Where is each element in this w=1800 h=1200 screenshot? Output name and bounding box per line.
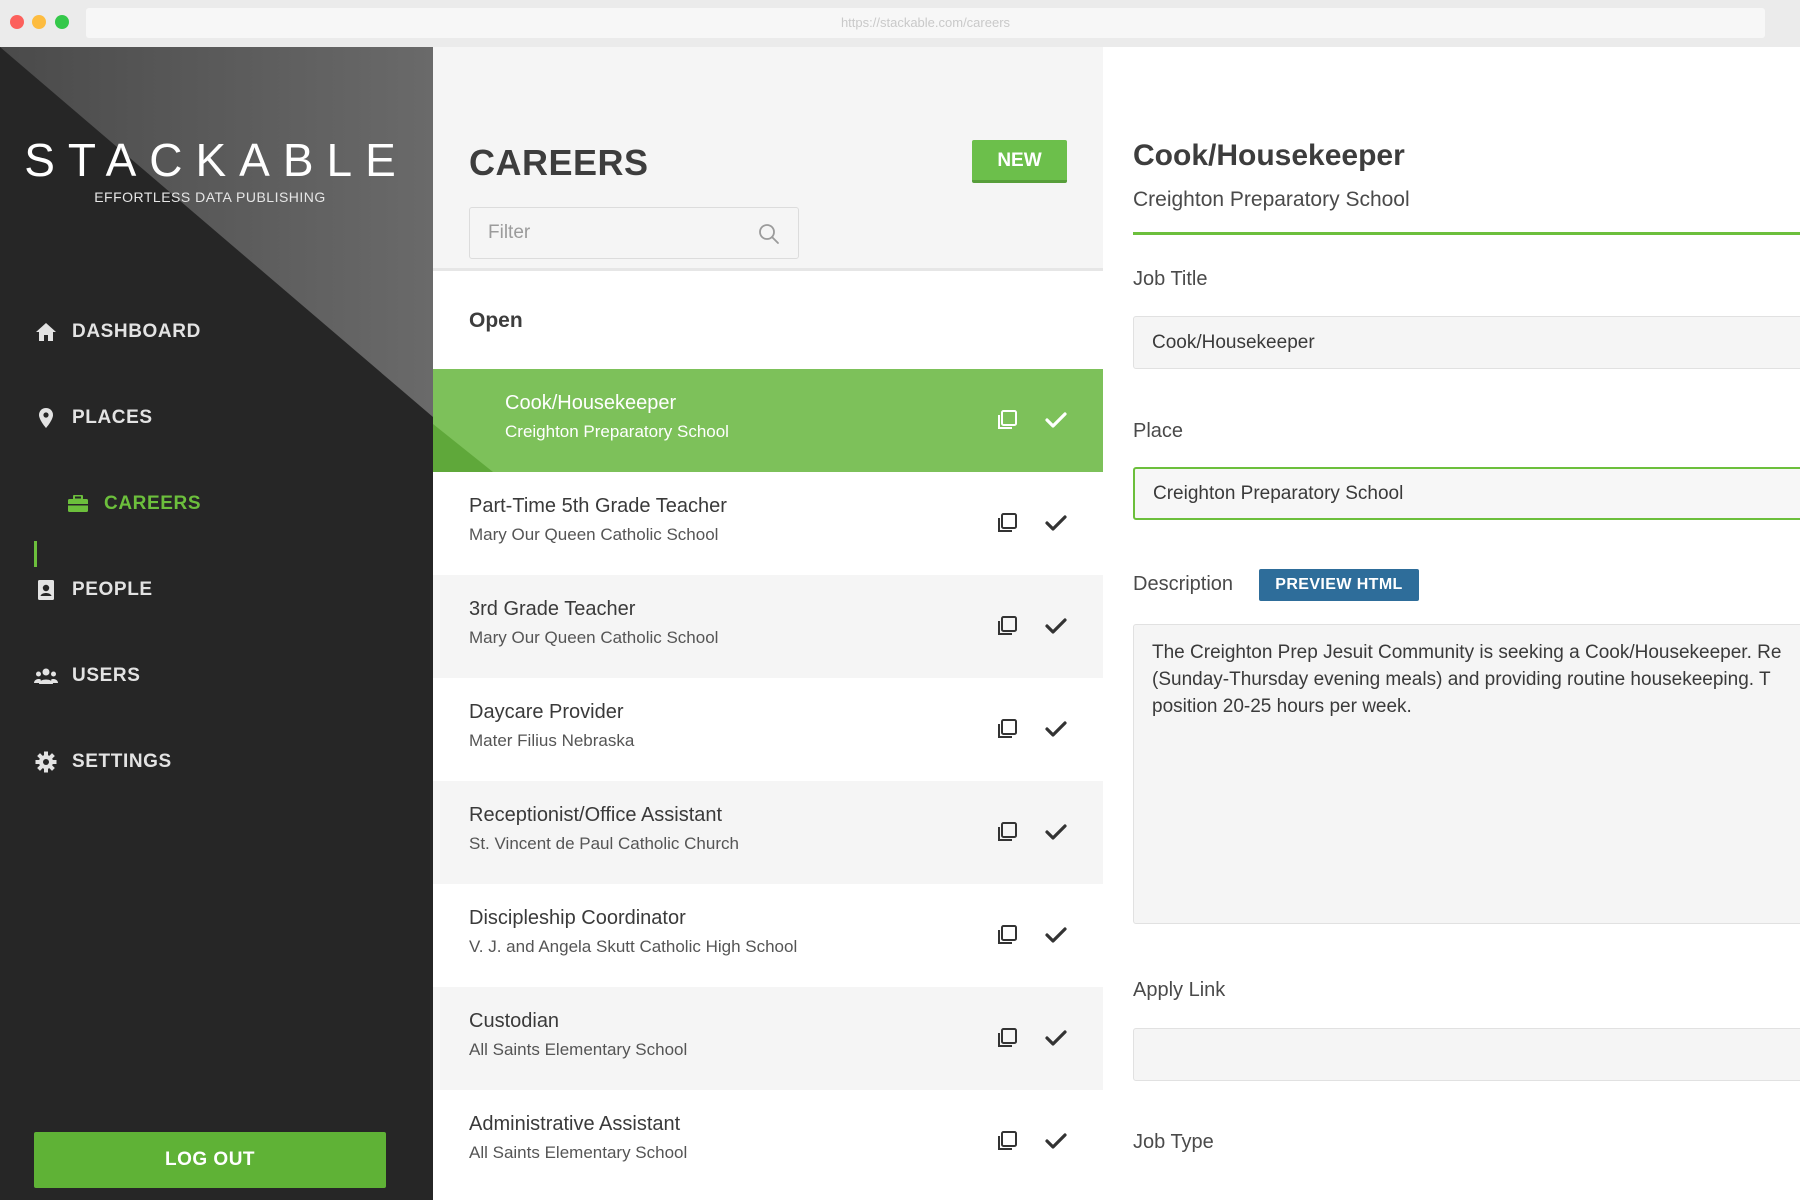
check-icon[interactable]: [1045, 512, 1067, 534]
window-maximize-button[interactable]: [55, 15, 69, 29]
preview-html-button[interactable]: PREVIEW HTML: [1259, 569, 1419, 601]
browser-chrome: https://stackable.com/careers: [0, 0, 1800, 47]
active-indicator: [34, 541, 37, 567]
logout-button[interactable]: LOG OUT: [34, 1132, 386, 1188]
duplicate-icon[interactable]: [996, 1027, 1018, 1049]
place-field[interactable]: [1133, 467, 1800, 520]
duplicate-icon[interactable]: [996, 924, 1018, 946]
check-icon[interactable]: [1045, 924, 1067, 946]
search-icon: [759, 224, 779, 244]
duplicate-icon[interactable]: [996, 1130, 1018, 1152]
row-title: Cook/Housekeeper: [505, 392, 677, 414]
sidebar-item-places[interactable]: PLACES: [34, 403, 153, 433]
detail-subtitle: Creighton Preparatory School: [1133, 188, 1410, 211]
apply-link-field[interactable]: [1133, 1028, 1800, 1081]
description-line: position 20-25 hours per week.: [1152, 696, 1412, 717]
apply-link-label: Apply Link: [1133, 979, 1226, 1001]
row-place: All Saints Elementary School: [469, 1040, 688, 1059]
sidebar-item-settings[interactable]: SETTINGS: [34, 747, 172, 777]
row-title: 3rd Grade Teacher: [469, 598, 636, 620]
logo-subtitle: EFFORTLESS DATA PUBLISHING: [94, 189, 326, 205]
list-item[interactable]: Administrative Assistant All Saints Elem…: [433, 1090, 1103, 1193]
careers-list-panel: CAREERS NEW Open Cook/Housekeeper Creigh…: [433, 47, 1103, 1200]
job-title-field[interactable]: [1133, 316, 1800, 369]
sidebar-item-label: SETTINGS: [72, 751, 172, 772]
new-career-button[interactable]: NEW: [972, 140, 1067, 183]
description-label: Description: [1133, 573, 1234, 595]
row-place: V. J. and Angela Skutt Catholic High Sch…: [469, 937, 798, 956]
detail-divider: [1133, 232, 1800, 235]
row-place: Mater Filius Nebraska: [469, 731, 635, 750]
window-minimize-button[interactable]: [32, 15, 46, 29]
check-icon[interactable]: [1045, 1027, 1067, 1049]
row-title: Daycare Provider: [469, 701, 624, 723]
detail-title: Cook/Housekeeper: [1133, 139, 1405, 172]
row-title: Part-Time 5th Grade Teacher: [469, 495, 727, 517]
sidebar-item-label: PLACES: [72, 407, 153, 428]
duplicate-icon[interactable]: [996, 409, 1018, 431]
sidebar-item-people[interactable]: PEOPLE: [34, 575, 153, 605]
description-line: (Sunday-Thursday evening meals) and prov…: [1152, 669, 1771, 690]
page-title: CAREERS: [469, 142, 649, 183]
selected-corner-accent: [433, 424, 493, 472]
users-icon: [34, 664, 58, 688]
window-close-button[interactable]: [10, 15, 24, 29]
sidebar-item-label: USERS: [72, 665, 141, 686]
map-pin-icon: [34, 406, 58, 430]
row-place: All Saints Elementary School: [469, 1143, 688, 1162]
duplicate-icon[interactable]: [996, 615, 1018, 637]
sidebar: STACKABLE EFFORTLESS DATA PUBLISHING DAS…: [0, 47, 433, 1200]
row-title: Receptionist/Office Assistant: [469, 804, 723, 826]
home-icon: [34, 320, 58, 344]
sidebar-item-label: PEOPLE: [72, 579, 153, 600]
check-icon[interactable]: [1045, 1130, 1067, 1152]
check-icon[interactable]: [1045, 615, 1067, 637]
job-title-label: Job Title: [1133, 268, 1208, 290]
logo-title: STACKABLE: [24, 134, 409, 186]
list-item[interactable]: Cook/Housekeeper Creighton Preparatory S…: [433, 369, 1103, 472]
filter-input[interactable]: [469, 207, 799, 259]
duplicate-icon[interactable]: [996, 512, 1018, 534]
duplicate-icon[interactable]: [996, 821, 1018, 843]
sidebar-item-label: DASHBOARD: [72, 321, 201, 342]
row-title: Custodian: [469, 1010, 560, 1032]
description-line: The Creighton Prep Jesuit Community is s…: [1152, 642, 1782, 663]
row-place: Mary Our Queen Catholic School: [469, 525, 719, 544]
list-item[interactable]: Custodian All Saints Elementary School: [433, 987, 1103, 1090]
list-item[interactable]: Daycare Provider Mater Filius Nebraska: [433, 678, 1103, 781]
row-title: Administrative Assistant: [469, 1113, 681, 1135]
row-place: Creighton Preparatory School: [505, 422, 729, 441]
check-icon[interactable]: [1045, 409, 1067, 431]
careers-list: Cook/Housekeeper Creighton Preparatory S…: [433, 369, 1103, 1193]
sidebar-item-careers[interactable]: CAREERS: [66, 489, 201, 519]
career-detail-panel: Cook/Housekeeper Creighton Preparatory S…: [1103, 47, 1800, 1200]
check-icon[interactable]: [1045, 718, 1067, 740]
duplicate-icon[interactable]: [996, 718, 1018, 740]
gear-icon: [34, 750, 58, 774]
row-place: Mary Our Queen Catholic School: [469, 628, 719, 647]
row-title: Discipleship Coordinator: [469, 907, 686, 929]
briefcase-icon: [66, 492, 90, 516]
list-header: CAREERS NEW: [433, 47, 1103, 271]
row-place: St. Vincent de Paul Catholic Church: [469, 834, 739, 853]
sidebar-item-users[interactable]: USERS: [34, 661, 140, 691]
job-type-label: Job Type: [1133, 1131, 1214, 1153]
list-item[interactable]: Receptionist/Office Assistant St. Vincen…: [433, 781, 1103, 884]
list-item[interactable]: 3rd Grade Teacher Mary Our Queen Catholi…: [433, 575, 1103, 678]
list-item[interactable]: Discipleship Coordinator V. J. and Angel…: [433, 884, 1103, 987]
contact-book-icon: [34, 578, 58, 602]
sidebar-diagonal-shade: [0, 47, 433, 417]
list-item[interactable]: Part-Time 5th Grade Teacher Mary Our Que…: [433, 472, 1103, 575]
sidebar-item-label: CAREERS: [104, 493, 202, 514]
group-label-open: Open: [469, 309, 523, 332]
stackable-logo[interactable]: STACKABLE EFFORTLESS DATA PUBLISHING: [0, 133, 420, 205]
place-label: Place: [1133, 420, 1184, 442]
check-icon[interactable]: [1045, 821, 1067, 843]
description-field[interactable]: The Creighton Prep Jesuit Community is s…: [1133, 624, 1800, 924]
sidebar-item-dashboard[interactable]: DASHBOARD: [34, 317, 201, 347]
address-bar[interactable]: https://stackable.com/careers: [86, 8, 1765, 38]
